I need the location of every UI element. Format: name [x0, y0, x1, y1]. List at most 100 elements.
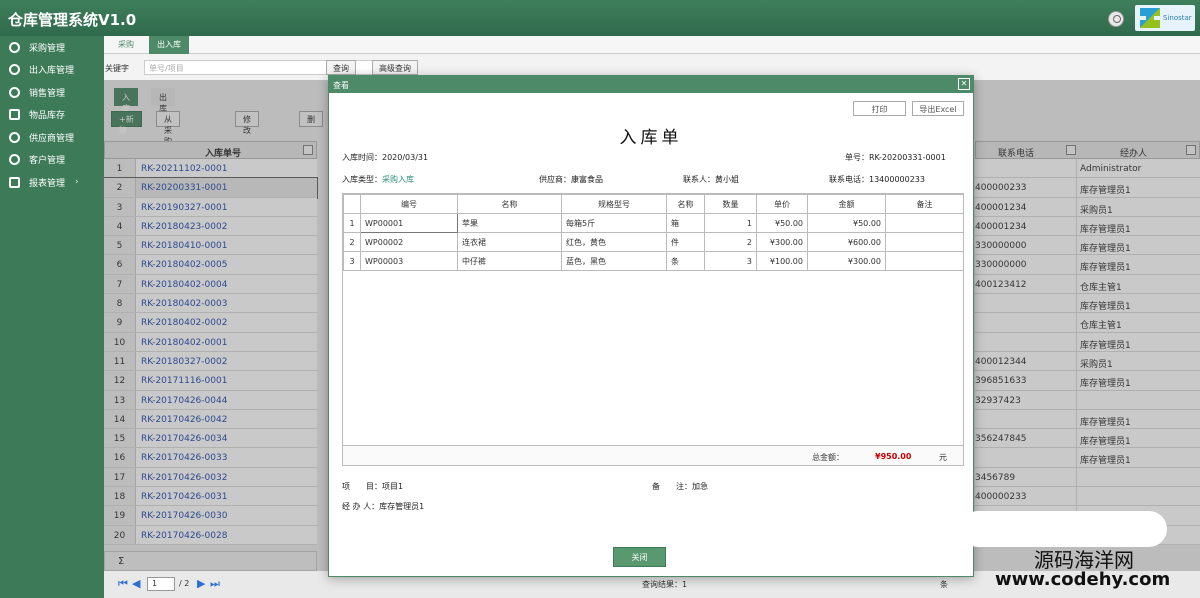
item-code: WP00001	[360, 213, 458, 233]
item-name: 中仔裤	[457, 251, 562, 271]
top-bar: 仓库管理系统V1.0 Sinostar	[0, 0, 1200, 36]
column-header-price: 单价	[756, 194, 808, 214]
item-unit: 件	[666, 232, 705, 252]
sidebar-item-inout[interactable]: 出入库管理	[0, 59, 104, 82]
close-icon[interactable]: ✕	[958, 78, 970, 90]
user-icon[interactable]	[1108, 11, 1124, 27]
item-spec: 蓝色，黑色	[561, 251, 667, 271]
item-unit: 条	[666, 251, 705, 271]
item-quantity: 1	[704, 213, 757, 233]
document-title: 入库单	[619, 128, 683, 148]
purchase-icon	[9, 41, 20, 53]
item-spec: 红色，黄色	[561, 232, 667, 252]
item-row[interactable]: 3 WP00003 中仔裤 蓝色，黑色 条 3 ¥100.00 ¥300.00	[343, 251, 964, 271]
item-amount: ¥300.00	[807, 251, 886, 271]
total-value: ¥950.00	[875, 452, 912, 461]
sidebar-item-label: 客户管理	[29, 156, 66, 167]
item-quantity: 3	[704, 251, 757, 271]
tab-inout[interactable]: 出入库	[149, 36, 189, 54]
item-price: ¥300.00	[756, 232, 808, 252]
item-index: 1	[343, 213, 361, 233]
column-header-quantity: 数量	[704, 194, 757, 214]
supplier-icon	[9, 131, 20, 143]
first-page-icon[interactable]: ⏮	[118, 577, 128, 591]
sidebar-item-inventory[interactable]: 物品库存	[0, 104, 104, 127]
column-header-index	[343, 194, 361, 214]
inbound-type: 入库类型：采购入库	[342, 174, 414, 185]
column-header-code: 编号	[360, 194, 458, 214]
sidebar-item-suppliers[interactable]: 供应商管理	[0, 126, 104, 149]
app-title: 仓库管理系统V1.0	[8, 11, 137, 29]
sidebar-item-label: 供应商管理	[29, 133, 75, 144]
query-button[interactable]: 查询	[326, 60, 356, 75]
query-result-text: 查询结果：1	[642, 580, 688, 589]
contact-person: 联系人：黄小姐	[683, 175, 739, 184]
sidebar: 采购管理 出入库管理 销售管理 物品库存 供应商管理 客户管理 报表管理 ›	[0, 36, 104, 598]
sidebar-item-label: 物品库存	[29, 111, 66, 122]
item-spec: 每箱5斤	[561, 213, 667, 233]
export-excel-button[interactable]: 导出Excel	[912, 101, 964, 116]
item-index: 2	[343, 232, 361, 252]
sidebar-item-customers[interactable]: 客户管理	[0, 149, 104, 172]
close-button[interactable]: 关闭	[613, 547, 666, 567]
total-unit: 元	[939, 453, 947, 462]
document-number: 单号：RK-20200331-0001	[845, 153, 946, 162]
last-page-icon[interactable]: ⏭	[210, 577, 220, 591]
tab-bar: 采购 出入库	[104, 36, 1200, 54]
page-number-input[interactable]: 1	[147, 577, 175, 591]
sidebar-item-label: 出入库管理	[29, 66, 75, 77]
item-note	[885, 251, 964, 271]
logo-text: Sinostar	[1163, 14, 1192, 22]
inout-icon	[9, 64, 20, 76]
sidebar-item-sales[interactable]: 销售管理	[0, 81, 104, 104]
item-row[interactable]: 2 WP00002 连衣裙 红色，黄色 件 2 ¥300.00 ¥600.00	[343, 232, 964, 252]
sidebar-item-label: 报表管理	[29, 178, 66, 189]
column-header-spec: 规格型号	[561, 194, 667, 214]
tab-purchase[interactable]: 采购	[110, 36, 142, 54]
prev-page-icon[interactable]: ◀	[132, 577, 140, 590]
report-icon	[9, 176, 20, 188]
column-header-amount: 金额	[807, 194, 886, 214]
inventory-icon	[9, 109, 20, 121]
advanced-query-button[interactable]: 高级查询	[372, 60, 418, 75]
customer-icon	[9, 154, 20, 166]
sidebar-item-label: 采购管理	[29, 43, 66, 54]
count-unit-text: 条	[940, 580, 948, 589]
sidebar-item-reports[interactable]: 报表管理 ›	[0, 171, 104, 194]
watermark-url: www.codehy.com	[995, 569, 1171, 590]
column-header-note: 备注	[885, 194, 964, 214]
item-unit: 箱	[666, 213, 705, 233]
sales-icon	[9, 86, 20, 98]
item-row[interactable]: 1 WP00001 苹果 每箱5斤 箱 1 ¥50.00 ¥50.00	[343, 213, 964, 233]
inbound-time: 入库时间：2020/03/31	[342, 153, 429, 162]
dialog-header: 查看 ✕	[329, 76, 973, 93]
item-code: WP00002	[360, 232, 458, 252]
items-table: 编号 名称 规格型号 名称 数量 单价 金额 备注 1 WP00001 苹果 每…	[342, 193, 964, 466]
items-header-row: 编号 名称 规格型号 名称 数量 单价 金额 备注	[343, 194, 964, 214]
item-quantity: 2	[704, 232, 757, 252]
items-total-row: 总金额： ¥950.00 元	[343, 445, 963, 465]
column-header-unit: 名称	[666, 194, 705, 214]
view-dialog: 查看 ✕ 打印 导出Excel 入库单 入库时间：2020/03/31 单号：R…	[328, 75, 974, 577]
item-note	[885, 213, 964, 233]
page-total: / 2	[179, 579, 190, 588]
item-amount: ¥50.00	[807, 213, 886, 233]
item-price: ¥50.00	[756, 213, 808, 233]
watermark-backdrop	[960, 511, 1167, 547]
item-code: WP00003	[360, 251, 458, 271]
item-amount: ¥600.00	[807, 232, 886, 252]
logo-mark-icon	[1140, 8, 1160, 28]
next-page-icon[interactable]: ▶	[197, 577, 205, 590]
item-price: ¥100.00	[756, 251, 808, 271]
print-button[interactable]: 打印	[853, 101, 906, 116]
note-field: 备 注：加急	[652, 482, 708, 491]
total-label: 总金额：	[812, 453, 844, 462]
supplier: 供应商：康富食品	[539, 175, 603, 184]
inbound-type-value[interactable]: 采购入库	[382, 175, 414, 184]
item-name: 苹果	[457, 213, 562, 233]
item-index: 3	[343, 251, 361, 271]
sidebar-item-purchase[interactable]: 采购管理	[0, 36, 104, 59]
dialog-title: 查看	[333, 81, 349, 90]
inbound-type-label: 入库类型：	[342, 175, 382, 184]
project-field: 项 目：项目1	[342, 482, 404, 491]
